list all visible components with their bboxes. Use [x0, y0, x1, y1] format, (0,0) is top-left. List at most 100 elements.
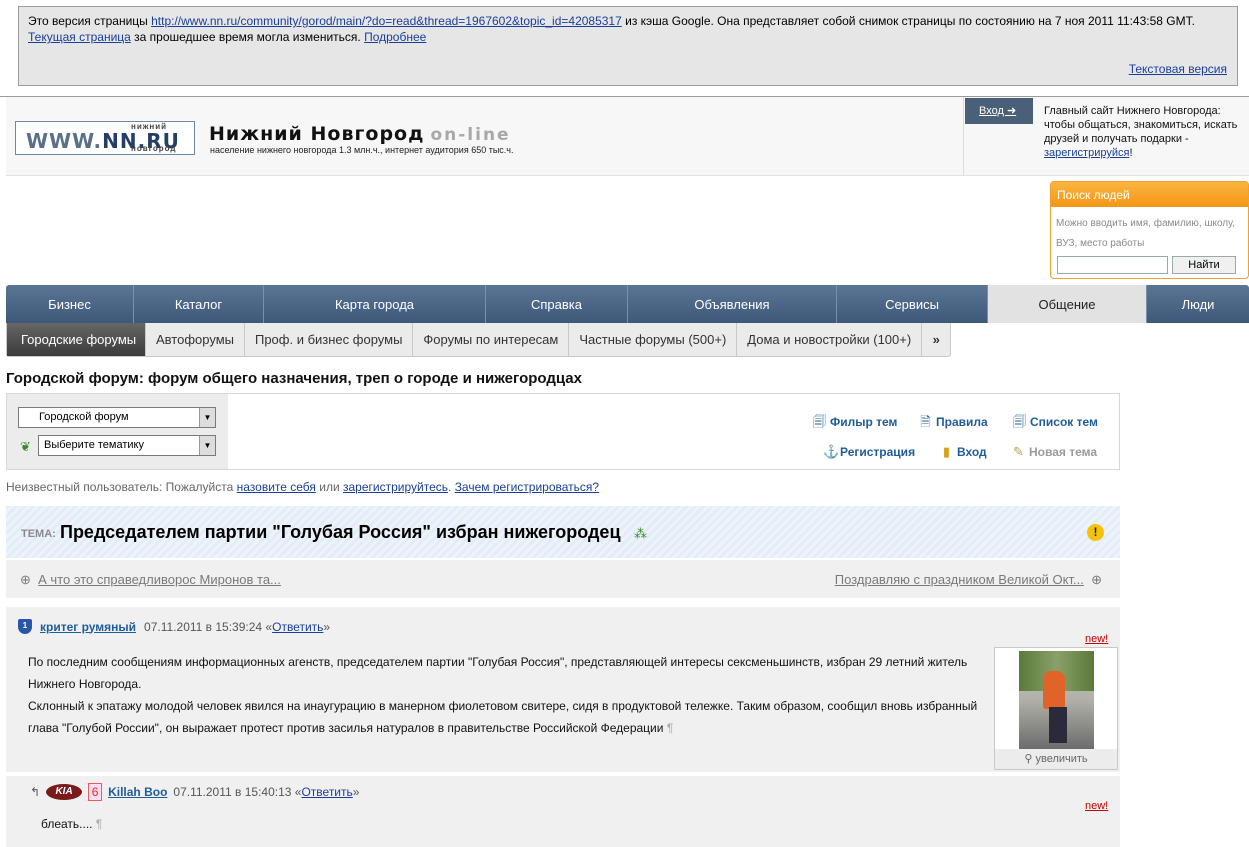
pilcrow-icon: ¶ [95, 817, 103, 831]
cache-text-3: за прошедшее время могла измениться. [130, 30, 365, 44]
guest-notice: Неизвестный пользователь: Пожалуйста наз… [6, 480, 600, 494]
warning-icon[interactable]: ! [1087, 524, 1104, 541]
people-search-hint: Можно вводить имя, фамилию, школу, ВУЗ, … [1056, 218, 1235, 249]
leaf-icon: ❦ [20, 439, 31, 454]
more-info-link[interactable]: Подробнее [364, 30, 426, 44]
next-arrow-icon: ⊕ [1091, 572, 1102, 587]
post-header: ↰ KIA 6 Killah Boo 07.11.2011 в 15:40:13… [30, 783, 359, 801]
filter-icon: 🗐 [813, 414, 826, 429]
topic-title: Председателем партии "Голубая Россия" из… [60, 522, 621, 542]
user-rank-badge-icon: 6 [88, 783, 103, 801]
tab-houses-forums[interactable]: Дома и новостройки (100+) [737, 323, 923, 356]
identify-link[interactable]: назовите себя [237, 480, 316, 494]
tree-view-icon[interactable]: ⁂ [634, 526, 647, 542]
chevron-down-icon: ▼ [199, 436, 215, 455]
why-register-link[interactable]: Зачем регистрироваться? [455, 480, 599, 494]
prev-arrow-icon: ⊕ [20, 572, 31, 587]
filter-topics-link[interactable]: 🗐 Филыр тем [813, 414, 897, 429]
people-search-button[interactable]: Найти [1172, 256, 1236, 274]
login-promo-text: Главный сайт Нижнего Новгорода: чтобы об… [1044, 105, 1238, 159]
forum-post: 1 критег румяный 07.11.2011 в 15:39:24 «… [6, 607, 1120, 772]
register-link[interactable]: зарегистрируйтесь [343, 480, 448, 494]
post-date: 07.11.2011 в 15:39:24 «Ответить» [144, 619, 331, 634]
main-nav-reference[interactable]: Справка [486, 285, 628, 323]
document-icon: 🗎 [920, 414, 931, 429]
register-link[interactable]: зарегистрируйся [1044, 147, 1129, 159]
site-title: Нижний Новгород on-line [209, 123, 511, 145]
tab-private-forums[interactable]: Частные форумы (500+) [569, 323, 738, 356]
text-version-link[interactable]: Текстовая версия [1129, 61, 1227, 77]
people-search-input[interactable] [1057, 256, 1168, 274]
forum-title: Городской форум: форум общего назначения… [6, 370, 582, 387]
new-topic-link[interactable]: ✎ Новая тема [1012, 444, 1097, 459]
post-paragraph: Склонный к эпатажу молодой человек явилс… [28, 699, 978, 735]
forum-tools: Городской форум ▼ ❦ Выберите тематику ▼ 🗐 Ф… [6, 393, 1120, 470]
prev-topic-link[interactable]: А что это справедливорос Миронов та... [38, 572, 281, 587]
post-photo[interactable]: ⚲ увеличить [994, 647, 1118, 770]
tab-business-forums[interactable]: Проф. и бизнес форумы [245, 323, 414, 356]
post-author-link[interactable]: Killah Boo [108, 785, 167, 799]
post-author-link[interactable]: критег румяный [40, 620, 136, 634]
enlarge-photo-button[interactable]: ⚲ увеличить [995, 749, 1117, 769]
cache-text-2: из кэша Google. Она представляет собой с… [621, 14, 1195, 28]
login-panel: Вход ➜ Главный сайт Нижнего Новгорода: ч… [963, 97, 1249, 176]
main-nav-catalog[interactable]: Каталог [134, 285, 264, 323]
site-header: нижний WWW.NN.RU новгород Нижний Новгоро… [6, 97, 1249, 176]
forum-selectors: Городской форум ▼ ❦ Выберите тематику ▼ [7, 394, 228, 469]
new-badge[interactable]: new! [1085, 633, 1108, 645]
site-title-suffix: on-line [430, 125, 511, 145]
topic-header: ТЕМА: Председателем партии "Голубая Росс… [6, 506, 1120, 558]
tab-auto-forums[interactable]: Автофорумы [146, 323, 245, 356]
reply-link[interactable]: Ответить [301, 785, 352, 799]
post-date: 07.11.2011 в 15:40:13 «Ответить» [173, 785, 360, 799]
tab-interest-forums[interactable]: Форумы по интересам [413, 323, 570, 356]
prev-topic: ⊕ А что это справедливорос Миронов та... [20, 572, 281, 588]
reply-link[interactable]: Ответить [272, 620, 323, 634]
post-header: 1 критег румяный 07.11.2011 в 15:39:24 «… [18, 619, 330, 634]
logo-bottom-text: новгород [131, 144, 177, 153]
anchor-icon: ⚓ [823, 444, 840, 459]
magnifier-icon: ⚲ [1024, 753, 1033, 765]
tab-more-chevron-icon[interactable]: » [922, 323, 950, 356]
next-topic-link[interactable]: Поздравляю с праздником Великой Окт... [835, 572, 1084, 587]
reply-arrow-icon: ↰ [30, 785, 41, 799]
rules-link[interactable]: 🗎 Правила [919, 414, 987, 429]
main-nav-communication[interactable]: Общение [988, 285, 1147, 323]
main-nav-people[interactable]: Люди [1147, 285, 1249, 323]
cache-banner: Это версия страницы http://www.nn.ru/com… [18, 6, 1238, 86]
new-badge[interactable]: new! [1085, 800, 1108, 812]
post-body: блеать.... ¶ [41, 817, 103, 831]
forum-post: ↰ KIA 6 Killah Boo 07.11.2011 в 15:40:13… [6, 776, 1120, 847]
main-nav-ads[interactable]: Объявления [628, 285, 837, 323]
topic-category-select[interactable]: Выберите тематику ▼ [38, 435, 216, 456]
chevron-down-icon: ▼ [199, 408, 215, 427]
post-paragraph: По последним сообщениям информационных а… [28, 655, 968, 691]
topic-navigation: ⊕ А что это справедливорос Миронов та...… [6, 560, 1120, 598]
topic-list-link[interactable]: 🗐 Список тем [1013, 414, 1098, 429]
car-brand-logo: KIA [46, 784, 83, 800]
pencil-icon: ✎ [1013, 444, 1024, 459]
login-link[interactable]: ▮ Вход [940, 444, 987, 459]
main-nav-services[interactable]: Сервисы [837, 285, 988, 323]
user-level-badge-icon: 1 [18, 619, 32, 634]
current-page-link[interactable]: Текущая страница [28, 30, 131, 44]
cached-url-link[interactable]: http://www.nn.ru/community/gorod/main/?d… [151, 14, 622, 28]
topic-label: ТЕМА: [21, 528, 56, 540]
next-topic: Поздравляю с праздником Великой Окт... ⊕ [835, 572, 1102, 588]
tab-city-forums[interactable]: Городские форумы [7, 323, 146, 356]
forum-select[interactable]: Городской форум ▼ [18, 407, 216, 428]
site-logo[interactable]: нижний WWW.NN.RU новгород [15, 121, 195, 155]
main-nav-business[interactable]: Бизнес [6, 285, 134, 323]
people-search-title: Поиск людей [1051, 182, 1248, 207]
main-nav: Бизнес Каталог Карта города Справка Объя… [6, 285, 1249, 323]
list-icon: 🗐 [1013, 414, 1026, 429]
registration-link[interactable]: ⚓ Регистрация [823, 444, 915, 459]
cache-text-1: Это версия страницы [28, 14, 152, 28]
pilcrow-icon: ¶ [666, 721, 674, 735]
post-body: По последним сообщениям информационных а… [28, 651, 998, 739]
book-icon: ▮ [942, 444, 951, 459]
login-button[interactable]: Вход ➜ [965, 98, 1033, 124]
main-nav-city-map[interactable]: Карта города [264, 285, 486, 323]
people-search-box: Поиск людей Можно вводить имя, фамилию, … [1050, 181, 1249, 279]
photo-thumbnail[interactable] [1019, 651, 1094, 750]
